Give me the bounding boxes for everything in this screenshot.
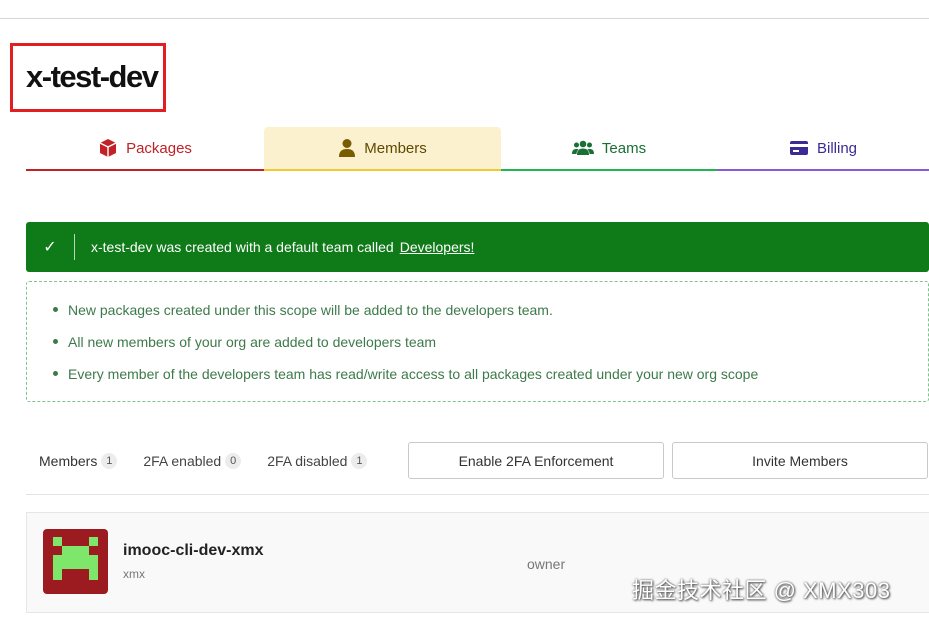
stat-2fa-enabled[interactable]: 2FA enabled 0: [143, 453, 242, 469]
stat-label: 2FA disabled: [267, 453, 348, 469]
info-notes: New packages created under this scope wi…: [26, 281, 929, 402]
list-item: Every member of the developers team has …: [53, 363, 928, 395]
tab-packages[interactable]: Packages: [26, 127, 264, 171]
top-bar: [0, 0, 929, 19]
member-stats: Members 1 2FA enabled 0 2FA disabled 1: [26, 441, 380, 481]
watermark: 掘金技术社区 @ XMX303: [632, 578, 891, 603]
banner-text: x-test-dev was created with a default te…: [91, 239, 394, 255]
identicon-icon: [43, 529, 108, 594]
avatar[interactable]: [43, 529, 108, 594]
count-badge: 1: [101, 453, 118, 469]
page-title: x-test-dev: [26, 59, 159, 94]
banner-divider: [74, 234, 75, 260]
success-banner: ✓ x-test-dev was created with a default …: [26, 222, 929, 272]
member-username: xmx: [123, 567, 145, 581]
org-tabs: Packages Members Teams Billing: [26, 127, 929, 171]
package-icon: [99, 139, 117, 157]
count-badge: 1: [351, 453, 368, 469]
check-icon: ✓: [43, 239, 57, 256]
users-icon: [571, 140, 594, 155]
tab-teams[interactable]: Teams: [501, 127, 717, 171]
list-item: New packages created under this scope wi…: [53, 299, 928, 331]
stat-members[interactable]: Members 1: [39, 453, 118, 469]
tab-billing[interactable]: Billing: [717, 127, 929, 171]
tab-label: Billing: [816, 139, 858, 157]
credit-card-icon: [789, 141, 808, 155]
stat-label: 2FA enabled: [143, 453, 222, 469]
member-name[interactable]: imooc-cli-dev-xmx: [123, 542, 263, 560]
tab-label: Members: [364, 139, 427, 157]
enable-2fa-button[interactable]: Enable 2FA Enforcement: [408, 442, 664, 479]
count-badge: 0: [225, 453, 242, 469]
user-icon: [339, 139, 356, 157]
tab-label: Teams: [601, 139, 647, 157]
stat-label: Members: [39, 453, 98, 469]
list-item: All new members of your org are added to…: [53, 331, 928, 363]
tab-members[interactable]: Members: [264, 127, 501, 171]
tab-label: Packages: [126, 139, 192, 157]
invite-members-button[interactable]: Invite Members: [672, 442, 928, 479]
developers-team-link[interactable]: Developers!: [400, 239, 475, 255]
member-role: owner: [527, 556, 566, 572]
stat-2fa-disabled[interactable]: 2FA disabled 1: [267, 453, 368, 469]
divider: [26, 494, 929, 495]
